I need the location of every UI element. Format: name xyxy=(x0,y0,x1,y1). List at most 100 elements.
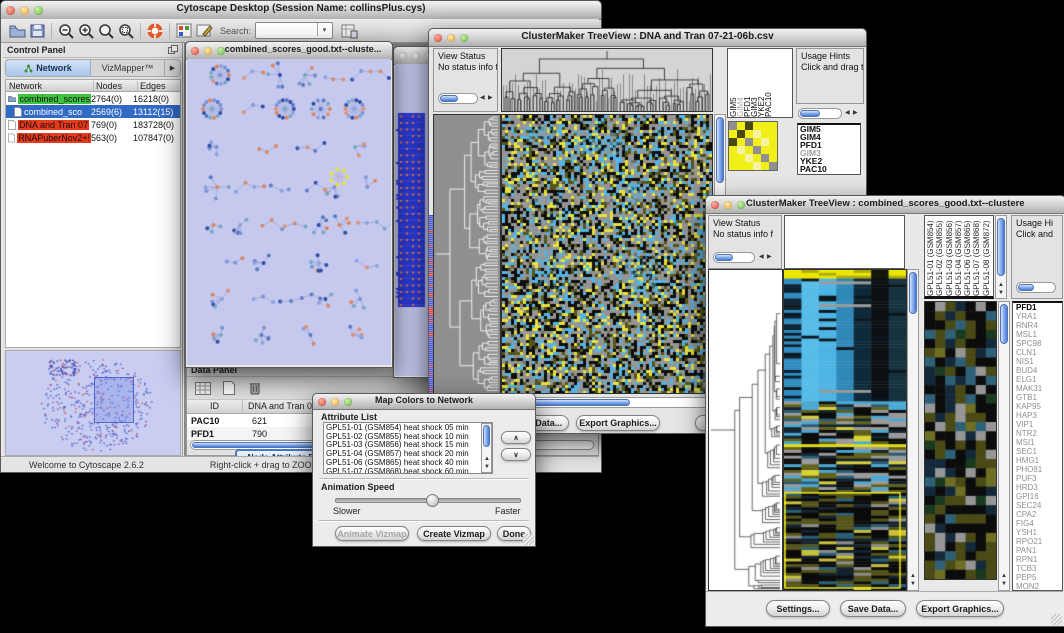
tv2-labels-scrollbar[interactable]: ▲ ▼ xyxy=(995,215,1007,299)
attribute-select-icon[interactable] xyxy=(193,379,213,397)
gene-label[interactable]: RNR4 xyxy=(1016,321,1062,330)
save-icon[interactable] xyxy=(27,22,47,40)
zoom-button[interactable] xyxy=(344,398,352,406)
tv2-heatmap-canvas[interactable] xyxy=(784,270,906,590)
attribute-listbox[interactable]: GPL51-01 (GSM854) heat shock 05 minGPL51… xyxy=(323,422,493,474)
gene-label[interactable]: GTB1 xyxy=(1016,393,1062,402)
similarity-matrix-box[interactable] xyxy=(728,121,778,171)
dialog-titlebar[interactable]: Map Colors to Network xyxy=(313,394,535,410)
gene-label[interactable]: PUF3 xyxy=(1016,474,1062,483)
gene-label[interactable]: HMG1 xyxy=(1016,456,1062,465)
tab-network[interactable]: Network xyxy=(6,60,91,76)
zoom-button[interactable] xyxy=(737,201,745,209)
tv2-detail-vscrollbar[interactable]: ▲ ▼ xyxy=(998,301,1010,591)
view-status-scrollbar[interactable] xyxy=(713,252,755,263)
attribute-list-item[interactable]: GPL51-07 (GSM868) heat shock 60 min xyxy=(326,468,492,474)
gene-label[interactable]: SEC24 xyxy=(1016,501,1062,510)
minimize-button[interactable] xyxy=(412,52,420,60)
gene-label[interactable]: RPN1 xyxy=(1016,555,1062,564)
tv1-heatmap-canvas[interactable] xyxy=(502,115,712,393)
scroll-down-arrow[interactable]: ▼ xyxy=(910,581,916,588)
resize-grip[interactable] xyxy=(523,534,534,545)
tv2-main-vscrollbar[interactable]: ▲ ▼ xyxy=(907,269,919,591)
gene-label[interactable]: NTR2 xyxy=(1016,429,1062,438)
float-panel-icon[interactable] xyxy=(168,41,182,59)
network-row-combined-scores[interactable]: combined_scores 2764(0) 16218(0) xyxy=(6,92,180,105)
gene-label[interactable]: PAC10 xyxy=(800,165,860,173)
close-button[interactable] xyxy=(399,52,407,60)
scroll-down-arrow[interactable]: ▼ xyxy=(1001,581,1007,588)
animation-speed-slider[interactable] xyxy=(335,498,521,503)
slider-thumb[interactable] xyxy=(426,494,439,507)
view-status-scrollbar[interactable] xyxy=(438,93,478,104)
gene-label[interactable]: SEC1 xyxy=(1016,447,1062,456)
gene-label[interactable]: PHO81 xyxy=(1016,465,1062,474)
tv2-row-dendrogram-canvas[interactable] xyxy=(709,270,782,590)
treeview2-titlebar[interactable]: ClusterMaker TreeView : combined_scores_… xyxy=(706,196,1064,214)
zoom-in-icon[interactable] xyxy=(76,22,96,40)
zoom-fit-icon[interactable] xyxy=(96,22,116,40)
gene-label[interactable]: CPA2 xyxy=(1016,510,1062,519)
gene-label[interactable]: TCB3 xyxy=(1016,564,1062,573)
attribute-list-scrollbar[interactable]: ▲ ▼ xyxy=(481,423,492,473)
move-down-button[interactable]: ∨ xyxy=(501,448,531,461)
scroll-left-arrow[interactable]: ◀ xyxy=(480,95,485,102)
minimize-button[interactable] xyxy=(724,201,732,209)
scroll-right-arrow[interactable]: ▶ xyxy=(853,110,858,117)
close-button[interactable] xyxy=(434,34,442,42)
birdseye-canvas[interactable] xyxy=(6,351,180,455)
attribute-browser-icon[interactable] xyxy=(339,22,359,40)
gene-label[interactable]: HAP3 xyxy=(1016,411,1062,420)
tv1-gene-list[interactable]: GIM5GIM4PFD1GIM3YKE2PAC10 xyxy=(797,123,861,175)
close-button[interactable] xyxy=(191,47,199,55)
tv2-save-data-button[interactable]: Save Data... xyxy=(840,600,906,617)
scroll-up-arrow[interactable]: ▲ xyxy=(1001,573,1007,580)
minimize-button[interactable] xyxy=(447,34,455,42)
scroll-down-arrow[interactable]: ▼ xyxy=(998,290,1004,297)
help-lifebuoy-icon[interactable] xyxy=(145,22,165,40)
tv1-column-dendrogram-canvas[interactable] xyxy=(502,49,712,111)
tv2-settings-button[interactable]: Settings... xyxy=(766,600,830,617)
gene-label[interactable]: YSH1 xyxy=(1016,528,1062,537)
animate-vizmap-button[interactable]: Animate Vizmap xyxy=(335,526,409,541)
network-row-dna-tran[interactable]: DNA and Tran 07 769(0) 183728(0) xyxy=(6,118,180,131)
gene-label[interactable]: PEP5 xyxy=(1016,573,1062,582)
scroll-up-arrow[interactable]: ▲ xyxy=(910,573,916,580)
tv1-usage-scrollbar[interactable] xyxy=(798,108,842,119)
tv2-detail-heatmap-canvas[interactable] xyxy=(925,302,996,579)
node-attributes-icon[interactable] xyxy=(174,22,194,40)
gene-label[interactable]: HRD3 xyxy=(1016,483,1062,492)
delete-attribute-icon[interactable] xyxy=(245,379,265,397)
network-row-combined-sco-selected[interactable]: combined_sco 2569(6) 13112(15) xyxy=(6,105,180,118)
tv2-gene-list[interactable]: PFD1YRA1RNR4MSL1SPC98CLN1NIS1BUD4ELG1MAK… xyxy=(1012,301,1063,591)
gene-label[interactable]: PAN1 xyxy=(1016,546,1062,555)
tv1-export-graphics-button[interactable]: Export Graphics... xyxy=(576,415,660,431)
scroll-up-arrow[interactable]: ▲ xyxy=(484,456,490,463)
main-titlebar[interactable]: Cytoscape Desktop (Session Name: collins… xyxy=(1,1,601,20)
network-canvas[interactable] xyxy=(187,59,391,365)
gene-label[interactable]: KAP95 xyxy=(1016,402,1062,411)
create-vizmap-button[interactable]: Create Vizmap xyxy=(417,526,491,541)
gene-label[interactable]: PFD1 xyxy=(1016,303,1062,312)
search-dropdown-arrow[interactable]: ▾ xyxy=(317,23,331,36)
scroll-left-arrow[interactable]: ◀ xyxy=(845,110,850,117)
scroll-right-arrow[interactable]: ▶ xyxy=(488,95,493,102)
scroll-up-arrow[interactable]: ▲ xyxy=(998,282,1004,289)
network-window-titlebar[interactable]: combined_scores_good.txt--cluste... xyxy=(186,42,392,60)
birdseye-viewport-rect[interactable] xyxy=(94,377,134,423)
close-button[interactable] xyxy=(6,6,15,15)
gene-label[interactable]: MON2 xyxy=(1016,582,1062,591)
search-input[interactable]: ▾ xyxy=(255,22,333,39)
scroll-right-arrow[interactable]: ▶ xyxy=(767,254,772,261)
birdseye-view[interactable] xyxy=(5,350,181,456)
gene-label[interactable]: SPC98 xyxy=(1016,339,1062,348)
zoom-button[interactable] xyxy=(460,34,468,42)
annotation-icon[interactable] xyxy=(194,22,214,40)
minimize-button[interactable] xyxy=(331,398,339,406)
move-up-button[interactable]: ∧ xyxy=(501,431,531,444)
scroll-down-arrow[interactable]: ▼ xyxy=(484,464,490,471)
gene-label[interactable]: MSL1 xyxy=(1016,330,1062,339)
gene-label[interactable]: MSI1 xyxy=(1016,438,1062,447)
close-button[interactable] xyxy=(318,398,326,406)
scroll-left-arrow[interactable]: ◀ xyxy=(759,254,764,261)
